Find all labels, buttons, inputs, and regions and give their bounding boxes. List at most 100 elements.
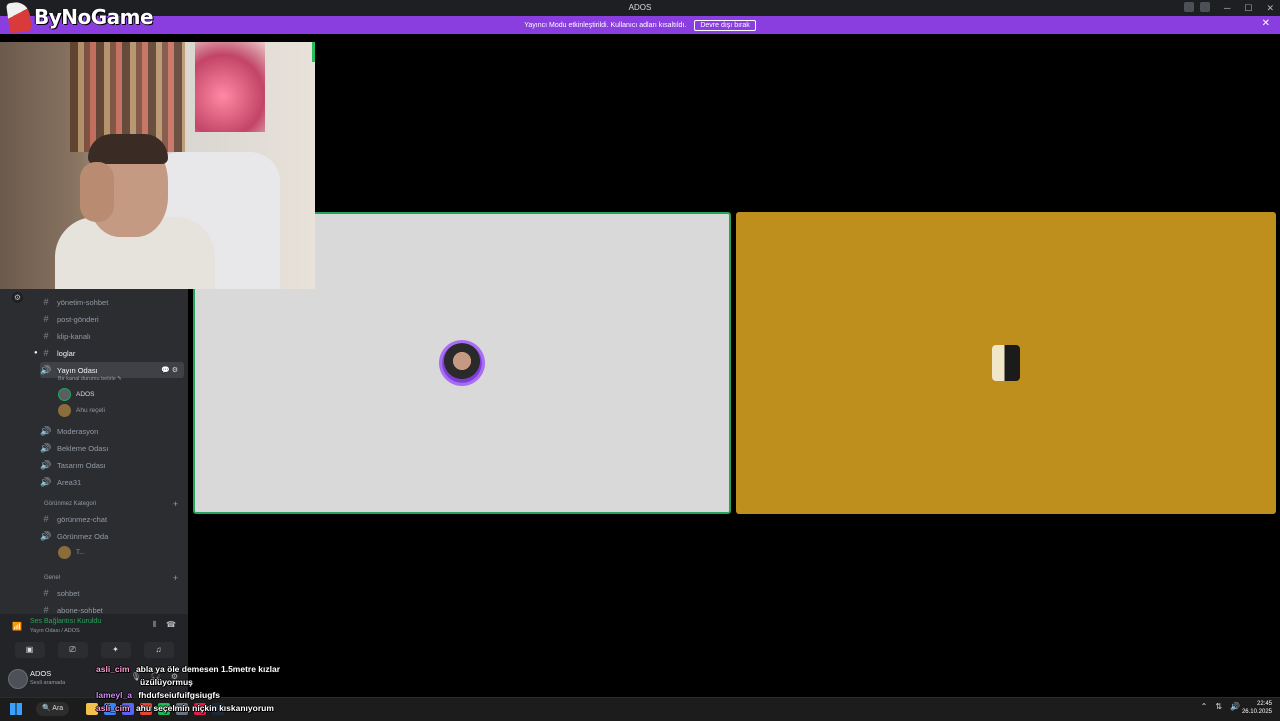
window-title: ADOS bbox=[628, 3, 652, 12]
webcam-overlay bbox=[0, 42, 315, 289]
voice-channel-icon: 🔊 bbox=[40, 476, 52, 487]
channel-label: Yayın Odası bbox=[57, 365, 98, 375]
voice-channel-icon: 🔊 bbox=[40, 459, 52, 470]
channel-bekleme-odasi[interactable]: 🔊 Bekleme Odası bbox=[40, 440, 184, 456]
banner-close-icon[interactable]: ✕ bbox=[1262, 18, 1270, 29]
channel-label: loglar bbox=[57, 348, 76, 358]
voice-user-name: T... bbox=[76, 549, 85, 556]
voice-user-name: Ahu reçeli bbox=[76, 407, 105, 414]
noise-suppression-icon[interactable]: ⫴ bbox=[153, 620, 156, 630]
text-channel-icon: # bbox=[43, 514, 49, 524]
voice-tile-participant[interactable] bbox=[736, 212, 1276, 514]
avatar[interactable] bbox=[8, 669, 28, 689]
avatar bbox=[58, 388, 71, 401]
channel-label: sohbet bbox=[57, 588, 80, 598]
chat-message: asli_cim ahu seçelmin niçkin kıskanıyoru… bbox=[96, 702, 396, 715]
disconnect-icon[interactable]: ☎ bbox=[166, 620, 176, 630]
channel-gorunmez-chat[interactable]: # görünmez-chat bbox=[40, 511, 184, 527]
channel-gorunmez-oda[interactable]: 🔊 Görünmez Oda bbox=[40, 528, 184, 544]
network-icon[interactable]: ⇅ bbox=[1215, 702, 1222, 711]
server-settings-icon[interactable]: ⚙ bbox=[12, 292, 23, 303]
volume-icon[interactable]: 🔊 bbox=[1230, 702, 1240, 711]
webcam-person-hair bbox=[88, 134, 168, 164]
screen-share-button[interactable]: ⎚ bbox=[57, 642, 88, 658]
voice-status[interactable]: Ses Bağlantısı Kuruldu bbox=[30, 618, 101, 625]
chat-message: üzülüyormuş bbox=[140, 676, 396, 689]
avatar bbox=[992, 345, 1020, 381]
webcam-frame-accent bbox=[312, 42, 315, 62]
chat-text: ahu seçelmin niçkin kıskanıyorum bbox=[135, 703, 274, 713]
bynogame-logo: ByNoGame bbox=[6, 0, 154, 34]
avatar bbox=[58, 404, 71, 417]
channel-status-prompt[interactable]: Bir kanal durumu belirle ✎ bbox=[58, 376, 122, 382]
chevron-up-icon[interactable]: ⌃ bbox=[1201, 702, 1208, 711]
window-titlebar: ADOS ─ ☐ ✕ bbox=[0, 0, 1280, 16]
taskbar-search[interactable]: 🔍 Ara bbox=[36, 702, 70, 716]
taskbar-clock[interactable]: 22:45 26.10.2025 bbox=[1242, 700, 1272, 716]
chat-username: lameyl_a bbox=[96, 690, 132, 700]
avatar bbox=[442, 343, 482, 383]
banner-message: Yayıncı Modu etkinleştirildi. Kullanıcı … bbox=[524, 21, 687, 29]
voice-channel-icon: 🔊 bbox=[40, 425, 52, 436]
text-channel-icon: # bbox=[43, 314, 49, 324]
streamer-mode-banner: Yayıncı Modu etkinleştirildi. Kullanıcı … bbox=[0, 16, 1280, 34]
inbox-icon[interactable] bbox=[1184, 2, 1194, 12]
channel-klip-kanali[interactable]: # klip-kanalı bbox=[40, 328, 184, 344]
stream-chat-overlay: asli_cim abla ya öle demesen 1.5metre kı… bbox=[96, 663, 396, 715]
chat-username: asli_cim bbox=[96, 664, 130, 674]
clock-date: 26.10.2025 bbox=[1241, 709, 1272, 715]
voice-channel-icon: 🔊 bbox=[40, 530, 52, 541]
activities-button[interactable]: ✦ bbox=[100, 642, 131, 658]
channel-label: Area31 bbox=[57, 477, 82, 487]
category-genel[interactable]: Genel + bbox=[44, 572, 184, 584]
chat-text: abla ya öle demesen 1.5metre kızlar bbox=[135, 664, 281, 674]
channel-tools[interactable]: 💬⚙ bbox=[161, 366, 180, 374]
webcam-neon-light bbox=[195, 42, 265, 132]
text-channel-icon: # bbox=[43, 297, 49, 307]
logo-mark-icon bbox=[6, 0, 32, 34]
channel-moderasyon[interactable]: 🔊 Moderasyon bbox=[40, 423, 184, 439]
channel-area31[interactable]: 🔊 Area31 bbox=[40, 474, 184, 490]
close-button[interactable]: ✕ bbox=[1266, 0, 1274, 16]
channel-yonetim-sohbet[interactable]: # yönetim-sohbet bbox=[40, 294, 184, 310]
category-label: Genel bbox=[44, 575, 61, 581]
windows-start-icon[interactable] bbox=[10, 703, 22, 715]
voice-user-ados[interactable]: ADOS bbox=[58, 388, 94, 401]
voice-user-t[interactable]: T... bbox=[58, 546, 85, 559]
search-label: Ara bbox=[52, 705, 64, 712]
text-channel-icon: # bbox=[43, 348, 49, 358]
channel-loglar[interactable]: ● # loglar bbox=[34, 345, 184, 361]
logo-text: ByNoGame bbox=[34, 5, 154, 29]
user-name[interactable]: ADOS bbox=[30, 669, 51, 678]
channel-label: Bekleme Odası bbox=[57, 443, 109, 453]
maximize-button[interactable]: ☐ bbox=[1244, 0, 1252, 16]
minimize-button[interactable]: ─ bbox=[1224, 0, 1230, 16]
disable-streamer-mode-button[interactable]: Devre dışı bırak bbox=[694, 19, 756, 31]
text-channel-icon: # bbox=[43, 331, 49, 341]
chat-text: üzülüyormuş bbox=[140, 677, 193, 687]
voice-location[interactable]: Yayın Odası / ADOS bbox=[30, 628, 80, 634]
help-icon[interactable] bbox=[1200, 2, 1210, 12]
channel-label: Tasarım Odası bbox=[57, 460, 106, 470]
chat-message: asli_cim abla ya öle demesen 1.5metre kı… bbox=[96, 663, 396, 676]
soundboard-button[interactable]: ♫ bbox=[143, 642, 174, 658]
channel-label: görünmez-chat bbox=[57, 514, 108, 524]
avatar bbox=[58, 546, 71, 559]
text-channel-icon: # bbox=[43, 588, 49, 598]
channel-tasarim-odasi[interactable]: 🔊 Tasarım Odası bbox=[40, 457, 184, 473]
webcam-person-hand bbox=[80, 162, 114, 222]
add-channel-icon[interactable]: + bbox=[173, 573, 178, 583]
voice-user-ahu[interactable]: Ahu reçeli bbox=[58, 404, 105, 417]
signal-icon: 📶 bbox=[12, 622, 22, 631]
channel-label: post-gönderi bbox=[57, 314, 99, 324]
voice-action-buttons: ▣ ⎚ ✦ ♫ bbox=[8, 642, 180, 658]
system-tray: ⌃ ⇅ 🔊 bbox=[1201, 702, 1240, 711]
category-gorunmez[interactable]: Görünmez Kategori + bbox=[44, 498, 184, 510]
channel-sohbet[interactable]: # sohbet bbox=[40, 585, 184, 601]
voice-channel-icon: 🔊 bbox=[40, 442, 52, 453]
channel-label: klip-kanalı bbox=[57, 331, 91, 341]
voice-panel-tools: ⫴ ☎ bbox=[153, 620, 176, 630]
add-channel-icon[interactable]: + bbox=[173, 499, 178, 509]
channel-post-gonderi[interactable]: # post-gönderi bbox=[40, 311, 184, 327]
camera-button[interactable]: ▣ bbox=[14, 642, 45, 658]
